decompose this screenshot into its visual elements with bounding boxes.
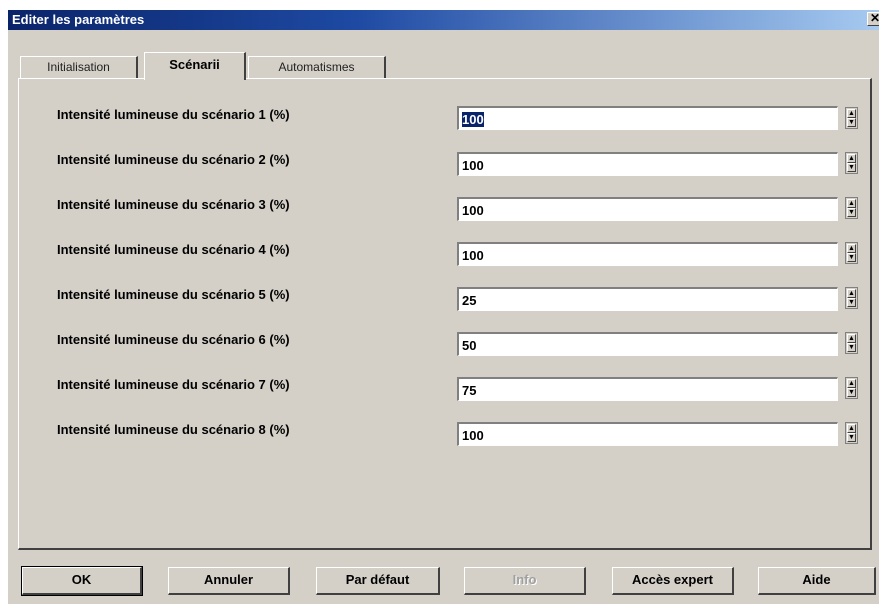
scenario-3-spinner[interactable]: ▲ ▼ bbox=[845, 197, 858, 219]
scenario-8-input[interactable]: 100 bbox=[457, 422, 838, 446]
spin-up-icon[interactable]: ▲ bbox=[847, 334, 856, 343]
title-bar[interactable]: Editer les paramètres ✕ bbox=[8, 10, 879, 30]
spin-up-icon[interactable]: ▲ bbox=[847, 244, 856, 253]
scenario-6-spinner[interactable]: ▲ ▼ bbox=[845, 332, 858, 354]
scenario-8-spinner[interactable]: ▲ ▼ bbox=[845, 422, 858, 444]
scenario-4-spinner[interactable]: ▲ ▼ bbox=[845, 242, 858, 264]
tab-label: Scénarii bbox=[169, 57, 220, 72]
scenario-2-spinner[interactable]: ▲ ▼ bbox=[845, 152, 858, 174]
scenario-1-label: Intensité lumineuse du scénario 1 (%) bbox=[57, 107, 290, 122]
scenario-7-input[interactable]: 75 bbox=[457, 377, 838, 401]
spin-down-icon[interactable]: ▼ bbox=[847, 208, 856, 217]
field-value: 100 bbox=[462, 112, 484, 127]
scenario-7-label: Intensité lumineuse du scénario 7 (%) bbox=[57, 377, 290, 392]
tab-label: Automatismes bbox=[278, 60, 355, 74]
spin-down-icon[interactable]: ▼ bbox=[847, 118, 856, 127]
scenario-5-spinner[interactable]: ▲ ▼ bbox=[845, 287, 858, 309]
scenario-3-input[interactable]: 100 bbox=[457, 197, 838, 221]
window-title: Editer les paramètres bbox=[12, 12, 145, 27]
scenario-6-label: Intensité lumineuse du scénario 6 (%) bbox=[57, 332, 290, 347]
scenario-6-input[interactable]: 50 bbox=[457, 332, 838, 356]
scenario-4-input[interactable]: 100 bbox=[457, 242, 838, 266]
scenario-2-label: Intensité lumineuse du scénario 2 (%) bbox=[57, 152, 290, 167]
tab-label: Initialisation bbox=[47, 60, 110, 74]
scenario-7-spinner[interactable]: ▲ ▼ bbox=[845, 377, 858, 399]
help-button[interactable]: Aide bbox=[758, 567, 876, 595]
scenario-5-input[interactable]: 25 bbox=[457, 287, 838, 311]
scenario-4-label: Intensité lumineuse du scénario 4 (%) bbox=[57, 242, 290, 257]
default-button[interactable]: Par défaut bbox=[316, 567, 440, 595]
expert-access-button[interactable]: Accès expert bbox=[612, 567, 734, 595]
tab-initialisation[interactable]: Initialisation bbox=[20, 56, 138, 78]
ok-button[interactable]: OK bbox=[21, 566, 143, 596]
info-button[interactable]: Info bbox=[464, 567, 586, 595]
spin-up-icon[interactable]: ▲ bbox=[847, 199, 856, 208]
tab-scenarii[interactable]: Scénarii bbox=[144, 52, 246, 80]
spin-up-icon[interactable]: ▲ bbox=[847, 424, 856, 433]
scenario-8-label: Intensité lumineuse du scénario 8 (%) bbox=[57, 422, 290, 437]
scenario-1-spinner[interactable]: ▲ ▼ bbox=[845, 107, 858, 129]
tab-automatismes[interactable]: Automatismes bbox=[248, 56, 386, 78]
scenario-3-label: Intensité lumineuse du scénario 3 (%) bbox=[57, 197, 290, 212]
cancel-button[interactable]: Annuler bbox=[168, 567, 290, 595]
spin-down-icon[interactable]: ▼ bbox=[847, 388, 856, 397]
spin-down-icon[interactable]: ▼ bbox=[847, 433, 856, 442]
spin-up-icon[interactable]: ▲ bbox=[847, 379, 856, 388]
scenario-2-input[interactable]: 100 bbox=[457, 152, 838, 176]
spin-up-icon[interactable]: ▲ bbox=[847, 289, 856, 298]
scenarii-panel: Intensité lumineuse du scénario 1 (%) 10… bbox=[18, 78, 872, 550]
scenario-5-label: Intensité lumineuse du scénario 5 (%) bbox=[57, 287, 290, 302]
spin-up-icon[interactable]: ▲ bbox=[847, 109, 856, 118]
scenario-1-input[interactable]: 100 bbox=[457, 106, 838, 130]
spin-down-icon[interactable]: ▼ bbox=[847, 163, 856, 172]
close-icon[interactable]: ✕ bbox=[867, 12, 879, 26]
spin-up-icon[interactable]: ▲ bbox=[847, 154, 856, 163]
spin-down-icon[interactable]: ▼ bbox=[847, 298, 856, 307]
spin-down-icon[interactable]: ▼ bbox=[847, 343, 856, 352]
spin-down-icon[interactable]: ▼ bbox=[847, 253, 856, 262]
edit-parameters-dialog: Editer les paramètres ✕ Initialisation S… bbox=[8, 10, 879, 604]
